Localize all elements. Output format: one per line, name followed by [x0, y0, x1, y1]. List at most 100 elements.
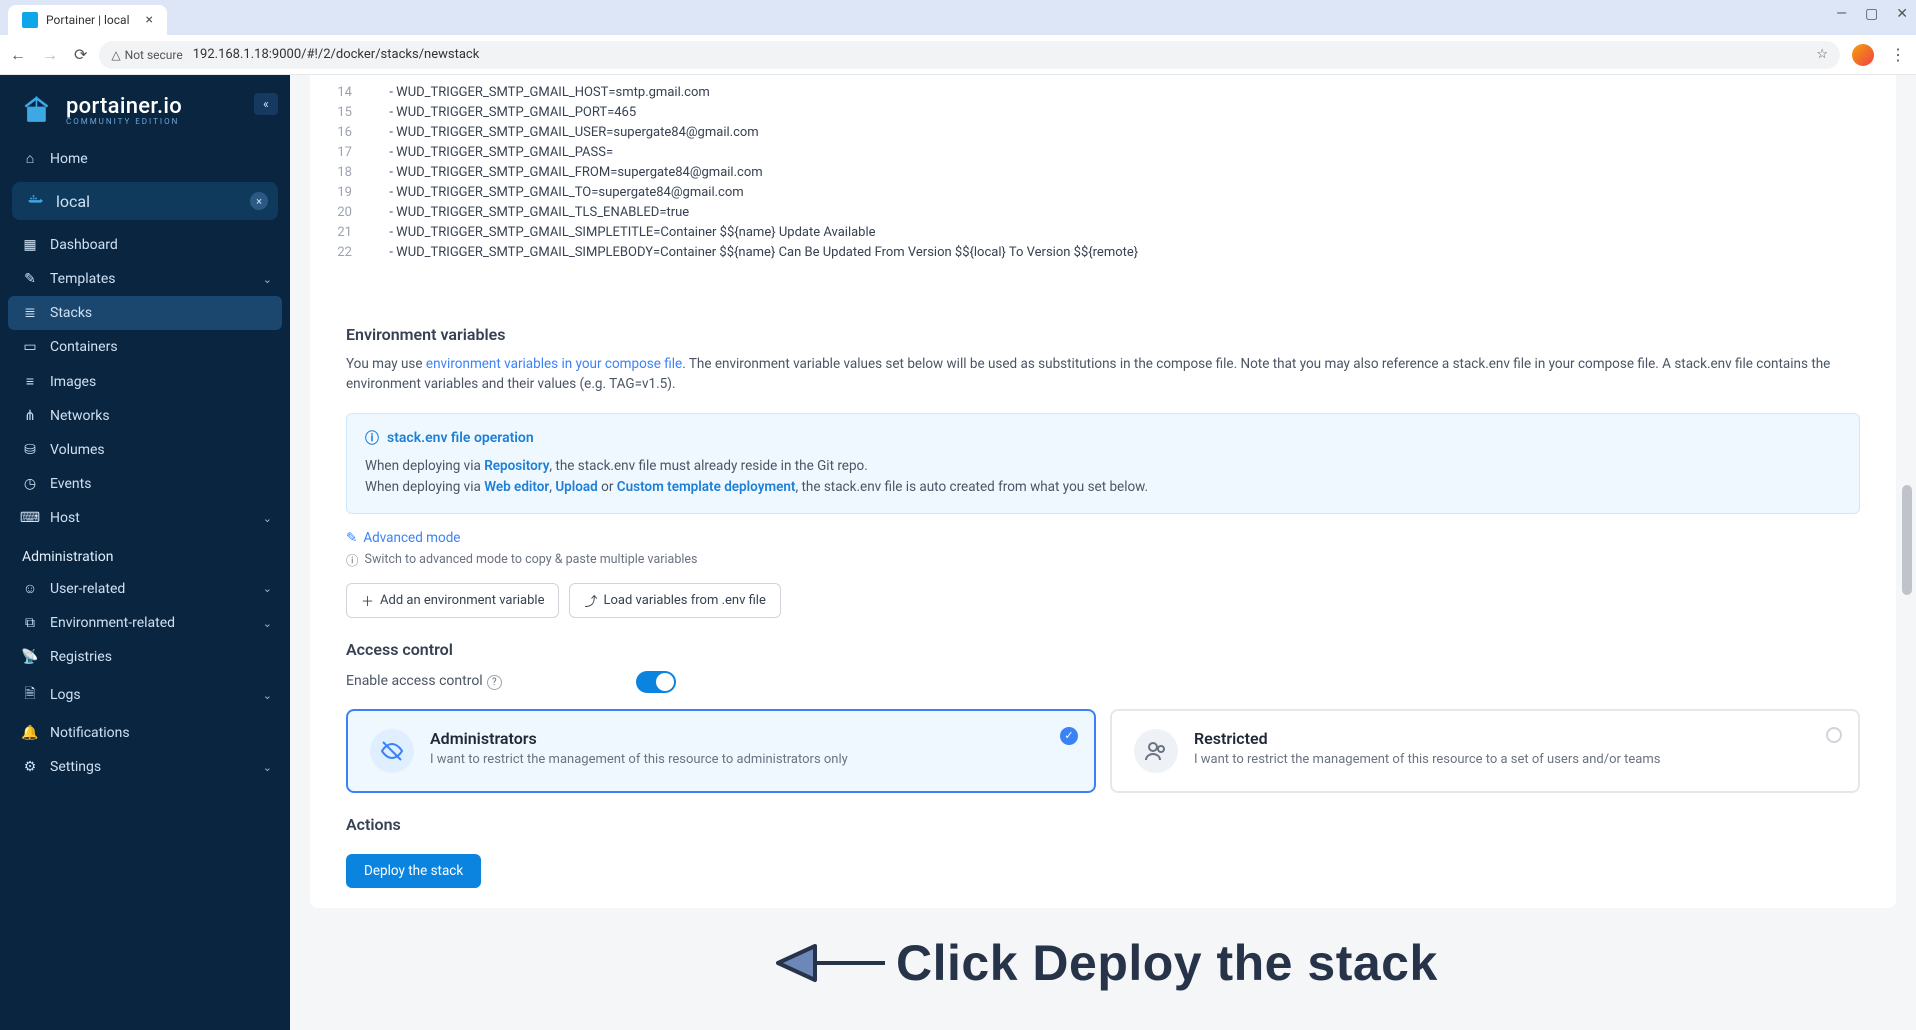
deploy-stack-button[interactable]: Deploy the stack — [346, 854, 481, 888]
maximize-icon[interactable]: ▢ — [1865, 6, 1878, 22]
sidebar-item-containers[interactable]: ▭Containers — [0, 330, 290, 364]
radio-unchecked-icon — [1826, 727, 1842, 743]
sidebar-item-templates[interactable]: ✎Templates⌄ — [0, 262, 290, 296]
code-line: 22 - WUD_TRIGGER_SMTP_GMAIL_SIMPLEBODY=C… — [310, 243, 1896, 263]
browser-addressbar: ← → ⟳ △ Not secure 192.168.1.18:9000/#!/… — [0, 35, 1916, 75]
access-option-restricted[interactable]: Restricted I want to restrict the manage… — [1110, 709, 1860, 793]
info-small-icon: ⓘ — [346, 550, 359, 569]
info-icon: ⓘ — [365, 428, 379, 448]
code-line: 16 - WUD_TRIGGER_SMTP_GMAIL_USER=superga… — [310, 123, 1896, 143]
url-bar[interactable]: △ Not secure 192.168.1.18:9000/#!/2/dock… — [99, 41, 1840, 69]
restricted-option-title: Restricted — [1194, 729, 1660, 748]
images-icon: ≡ — [22, 373, 38, 390]
window-controls: — ▢ ✕ — [1836, 6, 1908, 22]
sidebar-item-events[interactable]: ◷Events — [0, 467, 290, 501]
main-content: 14 - WUD_TRIGGER_SMTP_GMAIL_HOST=smtp.gm… — [290, 75, 1916, 1030]
sidebar-item-networks[interactable]: ⋔Networks — [0, 399, 290, 433]
browser-titlebar: Portainer | local × — ▢ ✕ — [0, 0, 1916, 35]
access-control-title: Access control — [346, 640, 1860, 659]
chevron-down-icon: ⌄ — [263, 689, 272, 702]
help-icon[interactable]: ? — [487, 675, 502, 690]
chevron-down-icon: ⌄ — [263, 512, 272, 525]
star-icon[interactable]: ☆ — [1816, 47, 1828, 62]
tab-close-icon[interactable]: × — [146, 12, 153, 28]
chevron-down-icon: ⌄ — [263, 761, 272, 774]
chevron-down-icon: ⌄ — [263, 273, 272, 286]
sidebar-item-notifications[interactable]: 🔔Notifications — [0, 716, 290, 750]
sidebar-item-registries[interactable]: 📡Registries — [0, 640, 290, 674]
code-line: 15 - WUD_TRIGGER_SMTP_GMAIL_PORT=465 — [310, 103, 1896, 123]
env-doc-link[interactable]: environment variables in your compose fi… — [426, 356, 682, 372]
code-line: 17 - WUD_TRIGGER_SMTP_GMAIL_PASS= — [310, 143, 1896, 163]
nav-forward-icon[interactable]: → — [42, 45, 58, 65]
actions-title: Actions — [346, 815, 1860, 834]
bell-icon: 🔔 — [22, 725, 38, 741]
chevron-down-icon: ⌄ — [263, 617, 272, 630]
access-option-administrators[interactable]: Administrators I want to restrict the ma… — [346, 709, 1096, 793]
code-line: 18 - WUD_TRIGGER_SMTP_GMAIL_FROM=superga… — [310, 163, 1896, 183]
stacks-icon: ≣ — [22, 305, 38, 321]
url-text: 192.168.1.18:9000/#!/2/docker/stacks/new… — [193, 47, 480, 62]
nav-back-icon[interactable]: ← — [10, 45, 26, 65]
sidebar-item-volumes[interactable]: ⛁Volumes — [0, 433, 290, 467]
code-line: 20 - WUD_TRIGGER_SMTP_GMAIL_TLS_ENABLED=… — [310, 203, 1896, 223]
sidebar-environment-chip[interactable]: local × — [12, 182, 278, 220]
plus-icon: ＋ — [361, 591, 374, 610]
browser-tab[interactable]: Portainer | local × — [8, 5, 167, 35]
upload-icon: ⤴ — [584, 591, 597, 610]
stackenv-info-box: ⓘstack.env file operation When deploying… — [346, 413, 1860, 514]
advanced-mode-hint: ⓘSwitch to advanced mode to copy & paste… — [346, 550, 1860, 569]
env-name: local — [56, 192, 90, 211]
stack-panel: 14 - WUD_TRIGGER_SMTP_GMAIL_HOST=smtp.gm… — [310, 75, 1896, 908]
users-icon: ☺ — [22, 580, 38, 597]
compose-editor[interactable]: 14 - WUD_TRIGGER_SMTP_GMAIL_HOST=smtp.gm… — [310, 75, 1896, 303]
host-icon: ⌨ — [22, 510, 38, 526]
sidebar-collapse-button[interactable]: « — [254, 93, 278, 115]
home-icon: ⌂ — [22, 150, 38, 167]
security-badge: △ Not secure — [111, 48, 182, 62]
dashboard-icon: ▦ — [22, 237, 38, 253]
sidebar-item-user-related[interactable]: ☺User-related⌄ — [0, 571, 290, 606]
templates-icon: ✎ — [22, 271, 38, 287]
code-line: 19 - WUD_TRIGGER_SMTP_GMAIL_TO=supergate… — [310, 183, 1896, 203]
env-close-icon[interactable]: × — [250, 192, 268, 210]
admin-option-title: Administrators — [430, 729, 848, 748]
sidebar: « portainer.io COMMUNITY EDITION ⌂ Home … — [0, 75, 290, 1030]
sidebar-item-env-related[interactable]: ⧉Environment-related⌄ — [0, 606, 290, 640]
events-icon: ◷ — [22, 476, 38, 492]
scrollbar-thumb[interactable] — [1902, 485, 1912, 595]
minimize-icon[interactable]: — — [1836, 6, 1847, 22]
sidebar-item-settings[interactable]: ⚙Settings⌄ — [0, 750, 290, 784]
advanced-mode-link[interactable]: ✎Advanced mode — [346, 530, 1860, 546]
containers-icon: ▭ — [22, 339, 38, 355]
profile-avatar[interactable] — [1852, 44, 1874, 66]
enable-access-label: Enable access control? — [346, 673, 502, 690]
sidebar-item-dashboard[interactable]: ▦Dashboard — [0, 228, 290, 262]
env-variables-title: Environment variables — [346, 325, 1860, 344]
brand-logo[interactable]: portainer.io COMMUNITY EDITION — [0, 85, 290, 141]
sidebar-item-home[interactable]: ⌂ Home — [0, 141, 290, 176]
env-icon: ⧉ — [22, 615, 38, 631]
brand-name: portainer.io — [66, 94, 182, 119]
users-group-icon — [1134, 729, 1178, 773]
sidebar-item-logs[interactable]: 🗎Logs⌄ — [0, 674, 290, 716]
docker-icon — [26, 191, 46, 211]
code-line: 21 - WUD_TRIGGER_SMTP_GMAIL_SIMPLETITLE=… — [310, 223, 1896, 243]
sidebar-item-images[interactable]: ≡Images — [0, 364, 290, 399]
tab-favicon — [22, 12, 38, 28]
nav-reload-icon[interactable]: ⟳ — [74, 45, 87, 64]
add-env-var-button[interactable]: ＋Add an environment variable — [346, 583, 559, 618]
sidebar-item-stacks[interactable]: ≣Stacks — [8, 296, 282, 330]
annotation-text: Click Deploy the stack — [896, 934, 1438, 992]
gear-icon: ⚙ — [22, 759, 38, 775]
sidebar-item-host[interactable]: ⌨Host⌄ — [0, 501, 290, 535]
registries-icon: 📡 — [22, 649, 38, 665]
menu-icon[interactable]: ⋮ — [1890, 45, 1906, 64]
check-icon: ✓ — [1060, 727, 1078, 745]
load-env-file-button[interactable]: ⤴Load variables from .env file — [569, 583, 780, 618]
env-variables-desc: You may use environment variables in you… — [346, 354, 1860, 395]
code-line: 14 - WUD_TRIGGER_SMTP_GMAIL_HOST=smtp.gm… — [310, 83, 1896, 103]
close-icon[interactable]: ✕ — [1896, 6, 1908, 22]
brand-subtitle: COMMUNITY EDITION — [66, 117, 182, 126]
access-control-toggle[interactable] — [636, 671, 676, 693]
